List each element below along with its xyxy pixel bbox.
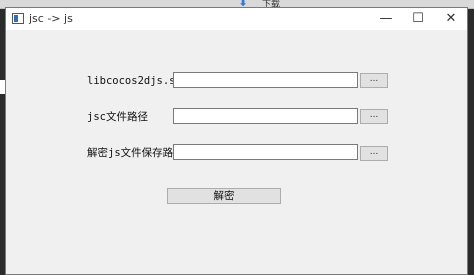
so-path-browse-button[interactable]: ... bbox=[360, 73, 388, 88]
output-path-browse-button[interactable]: ... bbox=[360, 146, 388, 161]
app-icon bbox=[12, 13, 24, 24]
main-window: jsc -> js — ☐ ✕ libcocos2djs.so路径 ... js… bbox=[5, 7, 468, 275]
title-bar[interactable]: jsc -> js — ☐ ✕ bbox=[6, 8, 467, 30]
decrypt-button[interactable]: 解密 bbox=[167, 188, 281, 204]
maximize-button[interactable]: ☐ bbox=[403, 8, 433, 30]
jsc-path-label: jsc文件路径 bbox=[87, 111, 148, 123]
window-title: jsc -> js bbox=[29, 12, 73, 25]
minimize-button[interactable]: — bbox=[371, 8, 401, 30]
close-button[interactable]: ✕ bbox=[436, 8, 466, 30]
so-path-input[interactable] bbox=[173, 72, 358, 88]
output-path-label: 解密js文件保存路径 bbox=[87, 147, 184, 159]
output-path-input[interactable] bbox=[173, 144, 358, 160]
jsc-path-input[interactable] bbox=[173, 108, 358, 124]
jsc-path-browse-button[interactable]: ... bbox=[360, 109, 388, 124]
